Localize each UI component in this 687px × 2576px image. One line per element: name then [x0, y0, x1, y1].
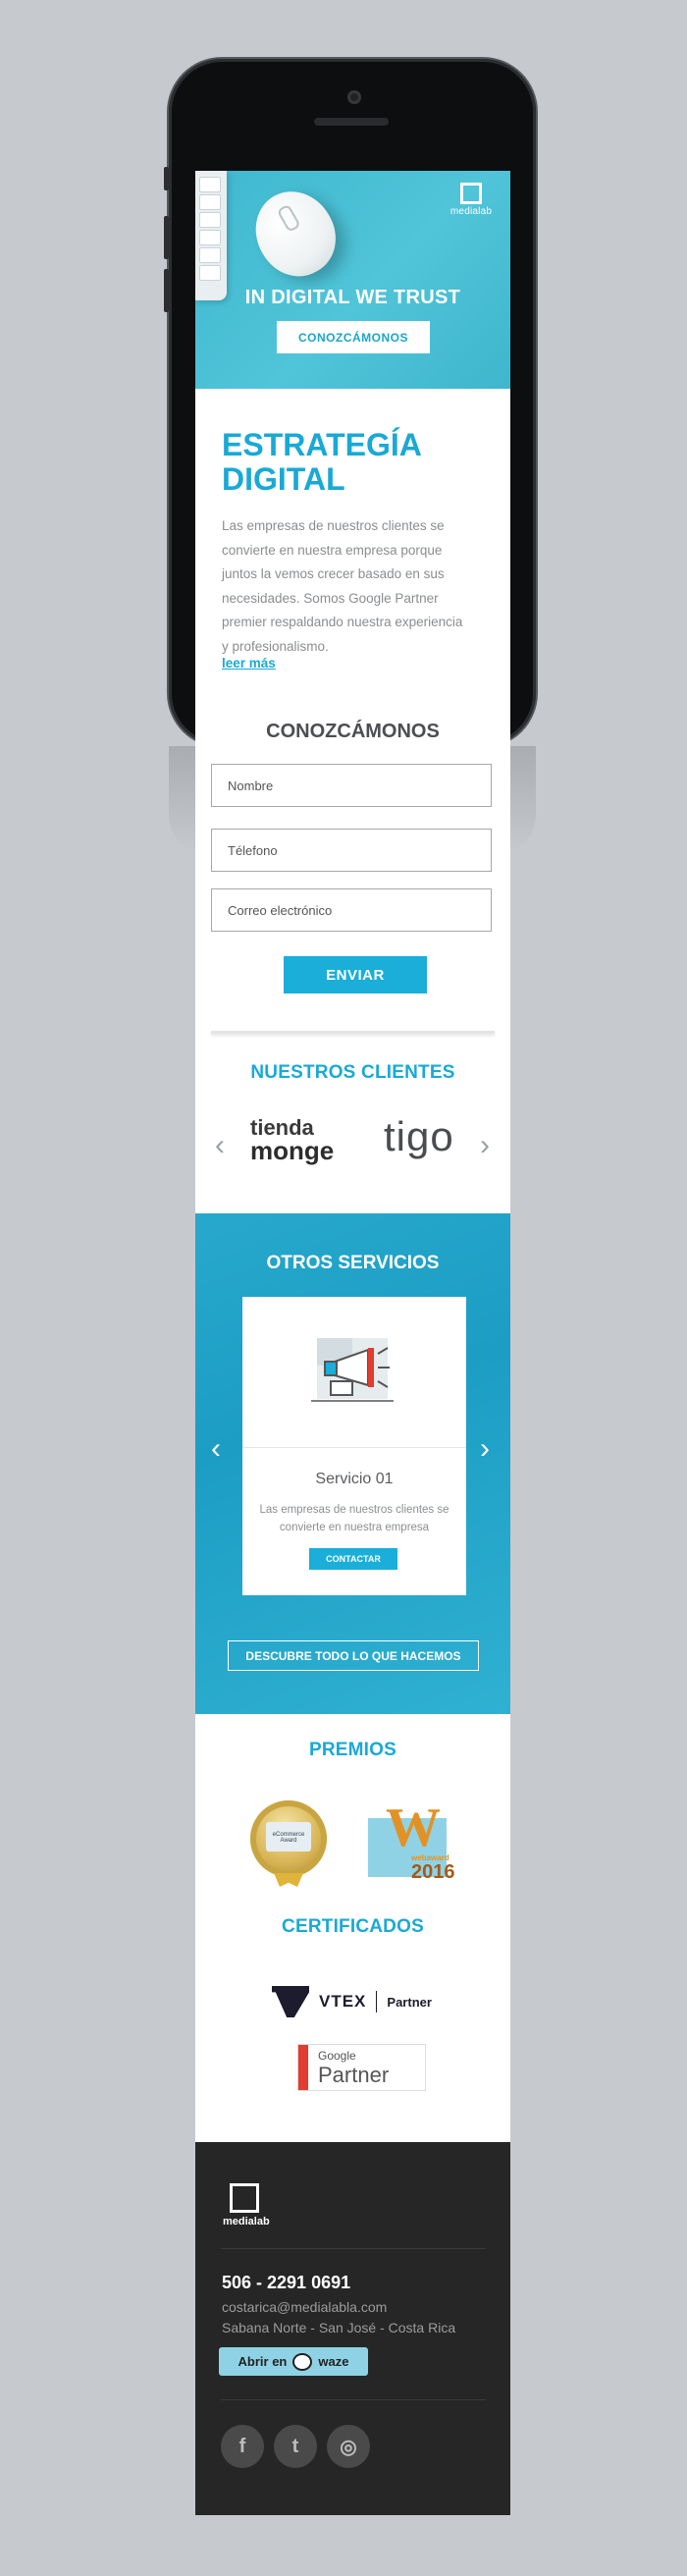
section-divider [211, 1031, 495, 1034]
mouse-image [240, 177, 350, 291]
twitter-icon[interactable]: t [274, 2425, 317, 2468]
footer-address: Sabana Norte - San José - Costa Rica [222, 2320, 456, 2335]
chevron-left-icon[interactable]: ‹ [211, 1434, 221, 1464]
services-section: OTROS SERVICIOS ‹ Servicio 01 Las empres… [195, 1213, 510, 1714]
chevron-right-icon[interactable]: › [480, 1434, 490, 1464]
service-name: Servicio 01 [315, 1471, 394, 1487]
camera-icon [347, 90, 361, 104]
services-title: OTROS SERVICIOS [266, 1253, 440, 1273]
footer-phone[interactable]: 506 - 2291 0691 [222, 2273, 350, 2293]
footer-email[interactable]: costarica@medialabla.com [222, 2299, 387, 2315]
google-partner-badge: Google Partner [297, 2044, 426, 2091]
hero-banner: medialab IN DIGITAL WE TRUST CONOZCÁMONO… [195, 171, 510, 389]
discover-all-button[interactable]: DESCUBRE TODO LO QUE HACEMOS [228, 1640, 479, 1671]
strategy-title: ESTRATEGÍA DIGITAL [222, 427, 421, 497]
certificates-title: CERTIFICADOS [282, 1916, 424, 1937]
client-logo-tigo: tigo [384, 1113, 454, 1159]
service-card[interactable]: Servicio 01 Las empresas de nuestros cli… [242, 1297, 466, 1595]
award-label: eCommerce Award [266, 1822, 311, 1852]
send-button[interactable]: ENVIAR [284, 956, 427, 993]
name-field[interactable]: Nombre [211, 764, 492, 807]
logo-icon [460, 183, 482, 204]
vtex-partner-logo: VTEX Partner [272, 1982, 432, 2021]
hero-cta-button[interactable]: CONOZCÁMONOS [277, 321, 430, 353]
speaker-grill [314, 118, 389, 126]
read-more-link[interactable]: leer más [222, 656, 276, 671]
logo-icon [230, 2183, 259, 2213]
megaphone-icon [311, 1332, 394, 1419]
email-field[interactable]: Correo electrónico [211, 888, 492, 932]
open-in-waze-button[interactable]: Abrir en waze [219, 2347, 368, 2376]
footer: medialab 506 - 2291 0691 costarica@media… [195, 2142, 510, 2515]
strategy-text: Las empresas de nuestros clientes se con… [222, 518, 463, 654]
facebook-icon[interactable]: f [221, 2425, 264, 2468]
instagram-icon[interactable]: ◎ [327, 2425, 370, 2468]
contact-button[interactable]: CONTACTAR [309, 1548, 397, 1570]
card-divider [242, 1447, 466, 1448]
hero-title: IN DIGITAL WE TRUST [244, 287, 461, 308]
ecommerce-award-badge: eCommerce Award [250, 1800, 327, 1887]
form-title: CONOZCÁMONOS [266, 721, 440, 742]
footer-logo[interactable]: medialab [223, 2183, 270, 2227]
clients-title: NUESTROS CLIENTES [250, 1062, 455, 1083]
webaward-badge: W webaward 2016 [368, 1798, 456, 1883]
chevron-right-icon[interactable]: › [480, 1131, 490, 1160]
chevron-left-icon[interactable]: ‹ [215, 1131, 225, 1160]
service-description: Las empresas de nuestros clientes se con… [259, 1504, 449, 1533]
keyboard-image [195, 171, 227, 300]
vtex-icon [272, 1986, 309, 2017]
phone-field[interactable]: Télefono [211, 829, 492, 872]
waze-icon [292, 2352, 313, 2371]
mobile-page[interactable]: medialab IN DIGITAL WE TRUST CONOZCÁMONO… [195, 171, 510, 2515]
client-logo-tienda-monge: tienda monge [250, 1115, 335, 1165]
brand-logo[interactable]: medialab [448, 183, 495, 217]
awards-title: PREMIOS [308, 1740, 397, 1760]
